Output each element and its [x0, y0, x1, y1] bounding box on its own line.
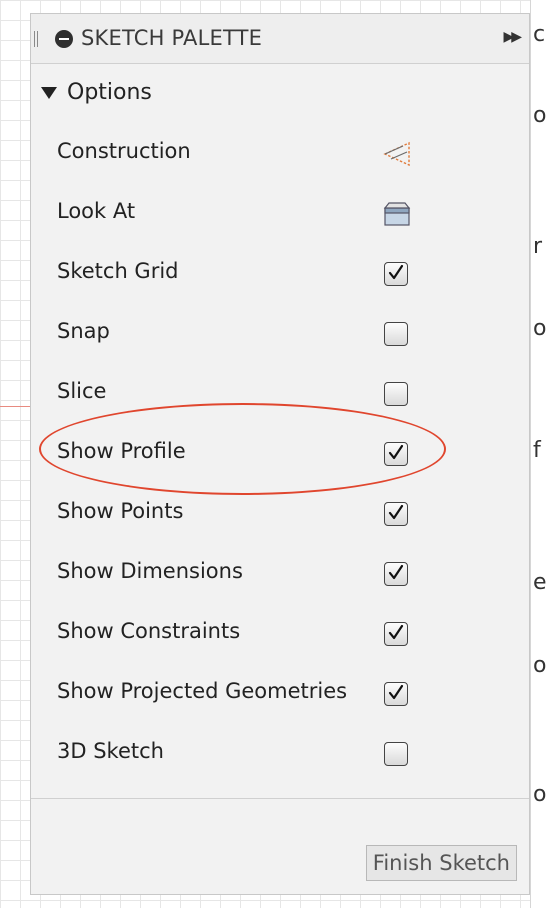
option-label: 3D Sketch — [57, 739, 164, 763]
palette-title: SKETCH PALETTE — [81, 26, 263, 50]
option-row-show-dimensions[interactable]: Show Dimensions — [31, 545, 529, 605]
option-label: Slice — [57, 379, 107, 403]
show-points-checkbox[interactable] — [384, 502, 408, 526]
sketch-palette: SKETCH PALETTE ▶▶ Options Construction Lo… — [30, 13, 530, 895]
option-label: Construction — [57, 139, 191, 163]
expand-arrows-icon[interactable]: ▶▶ — [503, 29, 521, 45]
look-at-icon[interactable] — [381, 199, 413, 229]
construction-icon[interactable] — [381, 139, 413, 169]
option-row-show-profile[interactable]: Show Profile — [31, 425, 529, 485]
sketch-grid-checkbox[interactable] — [384, 262, 408, 286]
3d-sketch-checkbox[interactable] — [384, 742, 408, 766]
palette-header[interactable]: SKETCH PALETTE ▶▶ — [31, 14, 529, 64]
option-label: Show Constraints — [57, 619, 241, 643]
show-profile-checkbox[interactable] — [384, 442, 408, 466]
options-label: Options — [67, 80, 152, 105]
option-row-show-constraints[interactable]: Show Constraints — [31, 605, 529, 665]
option-row-3d-sketch[interactable]: 3D Sketch — [31, 725, 529, 785]
options-section-toggle[interactable]: Options — [41, 80, 152, 105]
option-row-snap[interactable]: Snap — [31, 305, 529, 365]
background-panel-edge: c o r o f e o o — [530, 0, 546, 908]
slice-checkbox[interactable] — [384, 382, 408, 406]
option-label: Show Points — [57, 499, 184, 523]
option-label: Show Projected Geometries — [57, 679, 348, 703]
palette-footer: Finish Sketch — [31, 798, 529, 894]
show-projected-geometries-checkbox[interactable] — [384, 682, 408, 706]
triangle-down-icon — [41, 86, 57, 99]
option-row-look-at[interactable]: Look At — [31, 185, 529, 245]
option-row-construction[interactable]: Construction — [31, 125, 529, 185]
option-row-show-projected-geometries[interactable]: Show Projected Geometries — [31, 665, 529, 725]
drag-grip-icon[interactable] — [34, 31, 38, 47]
option-label: Show Profile — [57, 439, 186, 463]
collapse-icon[interactable] — [55, 30, 73, 48]
snap-checkbox[interactable] — [384, 322, 408, 346]
option-label: Sketch Grid — [57, 259, 179, 283]
show-constraints-checkbox[interactable] — [384, 622, 408, 646]
finish-sketch-button[interactable]: Finish Sketch — [365, 845, 517, 881]
option-row-show-points[interactable]: Show Points — [31, 485, 529, 545]
option-label: Snap — [57, 319, 110, 343]
option-row-sketch-grid[interactable]: Sketch Grid — [31, 245, 529, 305]
option-row-slice[interactable]: Slice — [31, 365, 529, 425]
show-dimensions-checkbox[interactable] — [384, 562, 408, 586]
option-label: Show Dimensions — [57, 559, 243, 583]
option-label: Look At — [57, 199, 136, 223]
